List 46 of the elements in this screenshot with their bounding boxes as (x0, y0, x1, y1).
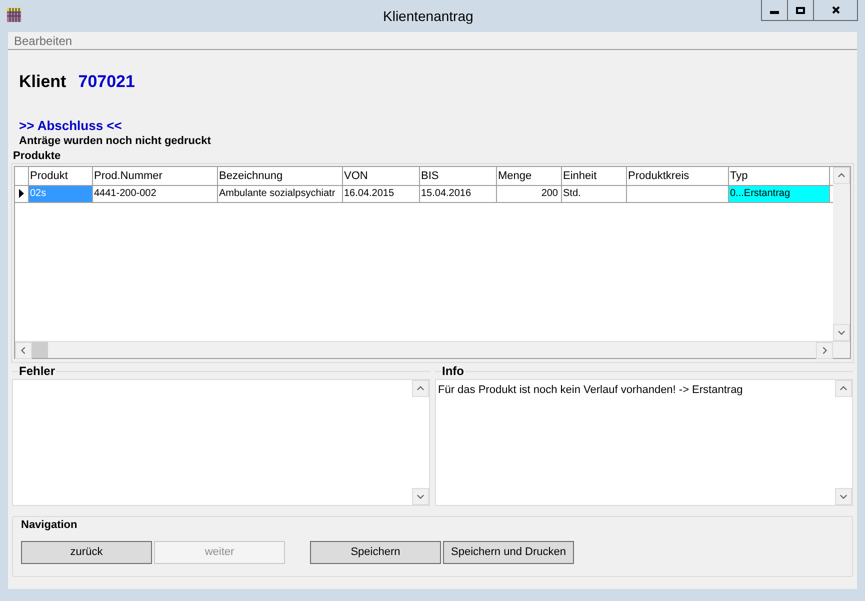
scroll-left-button[interactable] (15, 342, 32, 358)
group-title: Navigation (21, 518, 78, 532)
column-header[interactable]: Prod.Nummer (93, 166, 218, 184)
close-icon (832, 6, 840, 14)
table-cell: Std. (562, 186, 627, 202)
horizontal-scrollbar[interactable] (15, 340, 850, 358)
nav-button[interactable]: Speichern und Drucken (443, 540, 574, 564)
info-text: Für das Produkt ist noch kein Verlauf vorhanden! -> Erstantrag (438, 384, 743, 396)
scroll-down-button[interactable] (835, 488, 852, 504)
scroll-down-button[interactable] (412, 488, 429, 504)
column-header[interactable]: Menge (497, 166, 562, 184)
scroll-right-button[interactable] (816, 342, 833, 358)
app-grid-icon (6, 7, 22, 23)
text-area[interactable]: Für das Produkt ist noch kein Verlauf vorhanden! -> Erstantrag (435, 378, 853, 506)
status-message: Anträge wurden noch nicht gedruckt (19, 134, 211, 148)
scroll-up-button[interactable] (412, 380, 429, 396)
window-title: Klientenantrag (383, 7, 474, 26)
column-header[interactable]: Produktkreis (627, 166, 729, 184)
step-title: >> Abschluss << (19, 118, 122, 134)
product-grid[interactable]: Produkt Prod.Nummer Bezeichnung VON BIS Menge Einheit Produktkreis Typ 02s 4441-200-002 Ambulante sozialpsychiatr 16.04.2015 15.04.2016 200 Std. 0...Erstantrag (14, 166, 851, 358)
column-header[interactable]: VON (343, 166, 420, 184)
table-cell: Ambulante sozialpsychiatr (218, 186, 343, 202)
nav-button[interactable]: zurück (21, 540, 152, 564)
minimize-icon (770, 11, 779, 14)
column-header[interactable]: Bezeichnung (218, 166, 343, 184)
vertical-scrollbar[interactable] (833, 166, 850, 340)
table-cell: 200 (497, 186, 562, 202)
table-cell: 15.04.2016 (420, 186, 497, 202)
table-cell: 16.04.2015 (343, 186, 420, 202)
client-label: Klient (19, 71, 66, 93)
column-header[interactable]: Einheit (562, 166, 627, 184)
table-cell: 0...Erstantrag (729, 186, 830, 202)
scroll-down-button[interactable] (833, 324, 850, 340)
maximize-icon (796, 6, 805, 14)
menu-item[interactable]: Bearbeiten (14, 32, 72, 50)
nav-button[interactable]: Speichern (310, 540, 441, 564)
client-number: 707021 (78, 71, 135, 93)
column-header[interactable]: Typ (729, 166, 830, 184)
column-header[interactable]: Produkt (29, 166, 93, 184)
scroll-up-button[interactable] (835, 380, 852, 396)
scroll-up-button[interactable] (833, 166, 850, 184)
table-cell: 4441-200-002 (93, 186, 218, 202)
group-title: Produkte (13, 150, 61, 162)
column-header[interactable]: BIS (420, 166, 497, 184)
scroll-thumb[interactable] (32, 342, 48, 358)
table-cell: 02s (29, 186, 93, 202)
